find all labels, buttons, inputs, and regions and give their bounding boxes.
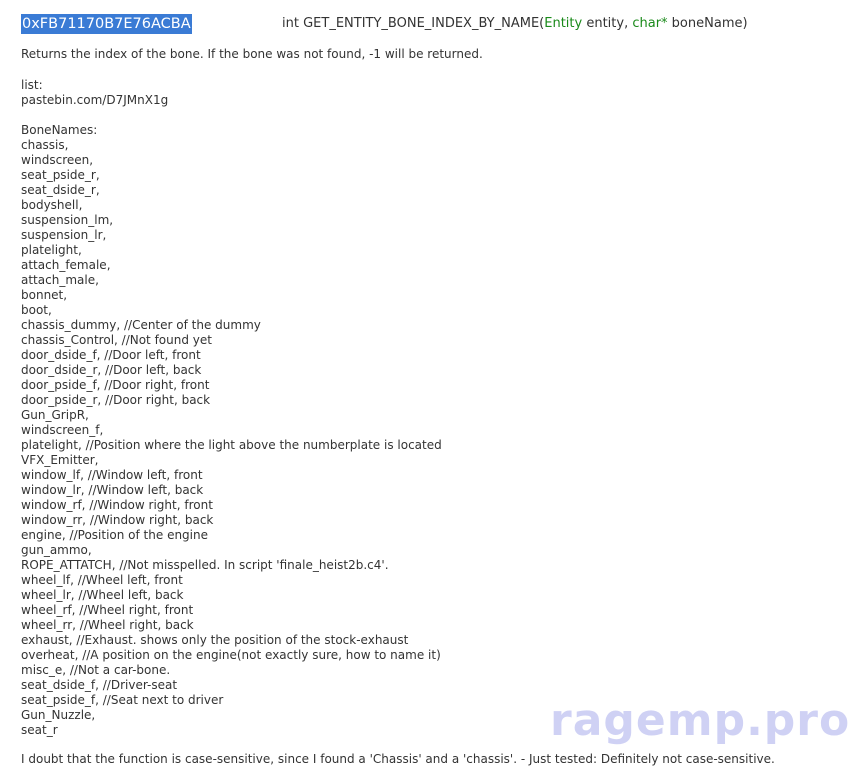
list-item: engine, //Position of the engine bbox=[21, 528, 208, 542]
list-item: attach_female, bbox=[21, 258, 111, 272]
list-item: wheel_rf, //Wheel right, front bbox=[21, 603, 194, 617]
param2-name: boneName) bbox=[667, 16, 748, 31]
watermark-logo: ragemp.pro bbox=[550, 695, 851, 746]
bone-list: list: pastebin.com/D7JMnX1g BoneNames: c… bbox=[21, 78, 841, 738]
list-item: list: bbox=[21, 78, 43, 92]
list-item: ROPE_ATTATCH, //Not misspelled. In scrip… bbox=[21, 558, 389, 572]
param1-type: Entity bbox=[544, 16, 583, 31]
list-item: bonnet, bbox=[21, 288, 68, 302]
list-item: door_dside_f, //Door left, front bbox=[21, 348, 201, 362]
footer-note: I doubt that the function is case-sensit… bbox=[21, 752, 775, 766]
list-item: gun_ammo, bbox=[21, 543, 92, 557]
list-item: window_lr, //Window left, back bbox=[21, 483, 204, 497]
list-item: platelight, bbox=[21, 243, 82, 257]
list-item: seat_dside_f, //Driver-seat bbox=[21, 678, 178, 692]
param1-name: entity, bbox=[582, 16, 633, 31]
list-item: bodyshell, bbox=[21, 198, 83, 212]
param2-type: char* bbox=[632, 16, 668, 31]
list-item: boot, bbox=[21, 303, 52, 317]
list-item: seat_dside_r, bbox=[21, 183, 100, 197]
list-item: misc_e, //Not a car-bone. bbox=[21, 663, 171, 677]
list-item: suspension_lm, bbox=[21, 213, 114, 227]
list-item: platelight, //Position where the light a… bbox=[21, 438, 442, 452]
list-item: window_rr, //Window right, back bbox=[21, 513, 214, 527]
list-item: suspension_lr, bbox=[21, 228, 107, 242]
list-item: pastebin.com/D7JMnX1g bbox=[21, 93, 169, 107]
function-signature: int GET_ENTITY_BONE_INDEX_BY_NAME(Entity… bbox=[282, 14, 748, 34]
native-hash[interactable]: 0xFB71170B7E76ACBA bbox=[21, 14, 192, 34]
list-item: attach_male, bbox=[21, 273, 99, 287]
list-item: seat_pside_r, bbox=[21, 168, 100, 182]
function-name: GET_ENTITY_BONE_INDEX_BY_NAME bbox=[303, 16, 540, 31]
list-item: door_dside_r, //Door left, back bbox=[21, 363, 202, 377]
list-item bbox=[21, 108, 841, 123]
list-item: windscreen, bbox=[21, 153, 94, 167]
list-item: door_pside_f, //Door right, front bbox=[21, 378, 210, 392]
list-item: door_pside_r, //Door right, back bbox=[21, 393, 211, 407]
list-item: BoneNames: bbox=[21, 123, 98, 137]
list-item: exhaust, //Exhaust. shows only the posit… bbox=[21, 633, 409, 647]
list-item: chassis_dummy, //Center of the dummy bbox=[21, 318, 261, 332]
list-item: Gun_GripR, bbox=[21, 408, 89, 422]
list-item: overheat, //A position on the engine(not… bbox=[21, 648, 441, 662]
native-header: 0xFB71170B7E76ACBA int GET_ENTITY_BONE_I… bbox=[21, 14, 851, 34]
list-item: chassis_Control, //Not found yet bbox=[21, 333, 212, 347]
list-item: window_rf, //Window right, front bbox=[21, 498, 213, 512]
list-item: windscreen_f, bbox=[21, 423, 104, 437]
list-item: wheel_lf, //Wheel left, front bbox=[21, 573, 183, 587]
list-item: chassis, bbox=[21, 138, 69, 152]
list-item: wheel_lr, //Wheel left, back bbox=[21, 588, 184, 602]
list-item: window_lf, //Window left, front bbox=[21, 468, 203, 482]
list-item: wheel_rr, //Wheel right, back bbox=[21, 618, 194, 632]
list-item: VFX_Emitter, bbox=[21, 453, 99, 467]
return-type: int bbox=[282, 16, 299, 31]
native-description: Returns the index of the bone. If the bo… bbox=[21, 47, 483, 61]
